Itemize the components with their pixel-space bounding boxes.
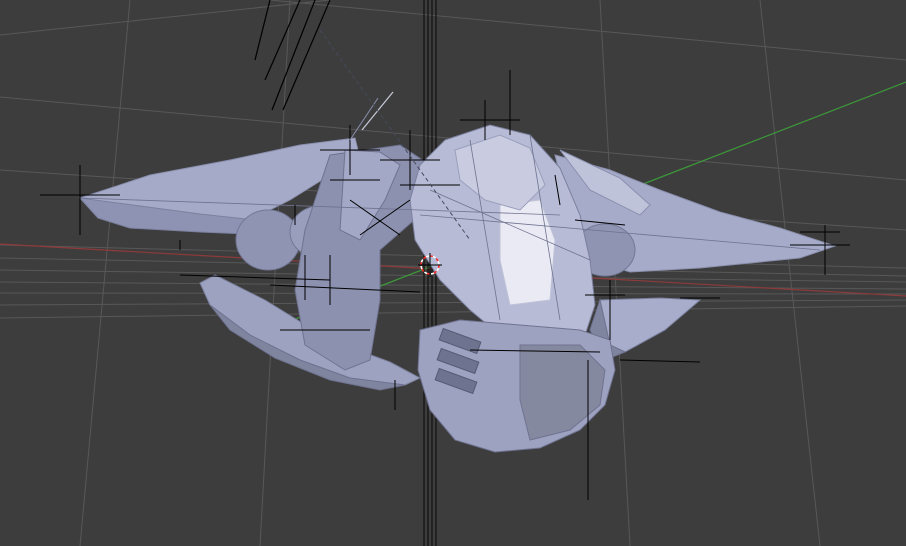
left-engine-pod[interactable]	[235, 209, 301, 271]
light-direction-line-2	[349, 97, 379, 141]
helper-lines	[254, 0, 331, 111]
3d-viewport[interactable]	[0, 0, 906, 546]
lower-dome-shade[interactable]	[519, 344, 606, 441]
lower-right-fin[interactable]	[599, 297, 702, 353]
viewport-canvas[interactable]	[0, 0, 906, 546]
spaceship-mesh[interactable]	[78, 124, 837, 453]
